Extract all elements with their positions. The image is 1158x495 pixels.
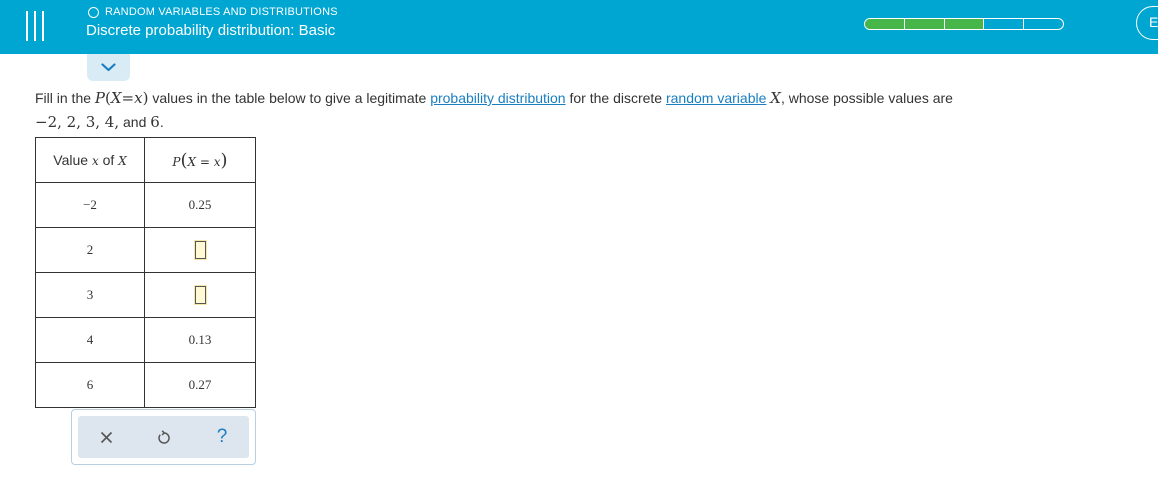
column-header-probability: P(X = x) [144, 137, 256, 183]
collapse-toggle[interactable] [87, 54, 130, 81]
possible-values: −2, 2, 3, 4, [35, 113, 120, 131]
topic-label: RANDOM VARIABLES AND DISTRIBUTIONS [88, 5, 338, 19]
probability-cell: 0.25 [144, 182, 256, 228]
table-row: 6 0.27 [35, 362, 256, 408]
and-text: and [119, 114, 151, 130]
last-value: 6 [150, 113, 160, 131]
value-cell: −2 [35, 182, 145, 228]
question-intro: Fill in the [35, 90, 95, 106]
progress-segment [984, 19, 1025, 29]
table-row: 2 [35, 227, 256, 273]
value-cell: 6 [35, 362, 145, 408]
question-mid1: values in the table below to give a legi… [148, 90, 431, 106]
probability-cell [144, 272, 256, 318]
progress-segment [944, 19, 985, 29]
undo-button[interactable] [144, 416, 184, 458]
progress-segment [865, 19, 905, 29]
progress-bar [864, 18, 1064, 30]
table-row: −2 0.25 [35, 182, 256, 228]
progress-segment [904, 19, 945, 29]
topic-circle-icon [88, 6, 99, 18]
top-bar: RANDOM VARIABLES AND DISTRIBUTIONS Discr… [0, 0, 1158, 54]
undo-icon [158, 429, 170, 444]
probability-table: Value x of X P(X = x) −2 0.25 2 3 4 0.13 6 0.27 [35, 137, 256, 408]
x-icon [100, 431, 112, 443]
p-symbol: P [94, 89, 106, 107]
menu-icon[interactable] [24, 11, 46, 41]
help-button[interactable]: ? [202, 416, 242, 458]
question-mid3: , whose possible values are [780, 90, 953, 106]
table-row: 3 [35, 272, 256, 318]
probability-cell: 0.27 [144, 362, 256, 408]
probability-distribution-link[interactable]: probability distribution [430, 90, 565, 106]
help-icon: ? [216, 426, 228, 447]
chevron-down-icon [101, 63, 116, 72]
value-cell: 4 [35, 317, 145, 363]
question-mid2: for the discrete [565, 90, 666, 106]
variable-x: X [770, 89, 781, 107]
probability-cell [144, 227, 256, 273]
probability-input[interactable] [194, 286, 206, 304]
account-button[interactable]: E [1136, 6, 1158, 40]
value-cell: 2 [35, 227, 145, 273]
topic-text: RANDOM VARIABLES AND DISTRIBUTIONS [105, 6, 338, 18]
probability-input[interactable] [194, 241, 206, 259]
p-argument: X=x [110, 89, 143, 107]
page-title: Discrete probability distribution: Basic [86, 22, 336, 39]
question-end: . [159, 114, 164, 130]
progress-segment [1024, 19, 1063, 29]
table-row: 4 0.13 [35, 317, 256, 363]
column-header-value: Value x of X [35, 137, 145, 183]
random-variable-link[interactable]: random variable [666, 90, 766, 106]
probability-cell: 0.13 [144, 317, 256, 363]
answer-toolbar: ? [71, 409, 256, 465]
value-cell: 3 [35, 272, 145, 318]
clear-button[interactable] [86, 416, 126, 458]
question-text: Fill in the P(X=x) values in the table b… [35, 89, 953, 131]
